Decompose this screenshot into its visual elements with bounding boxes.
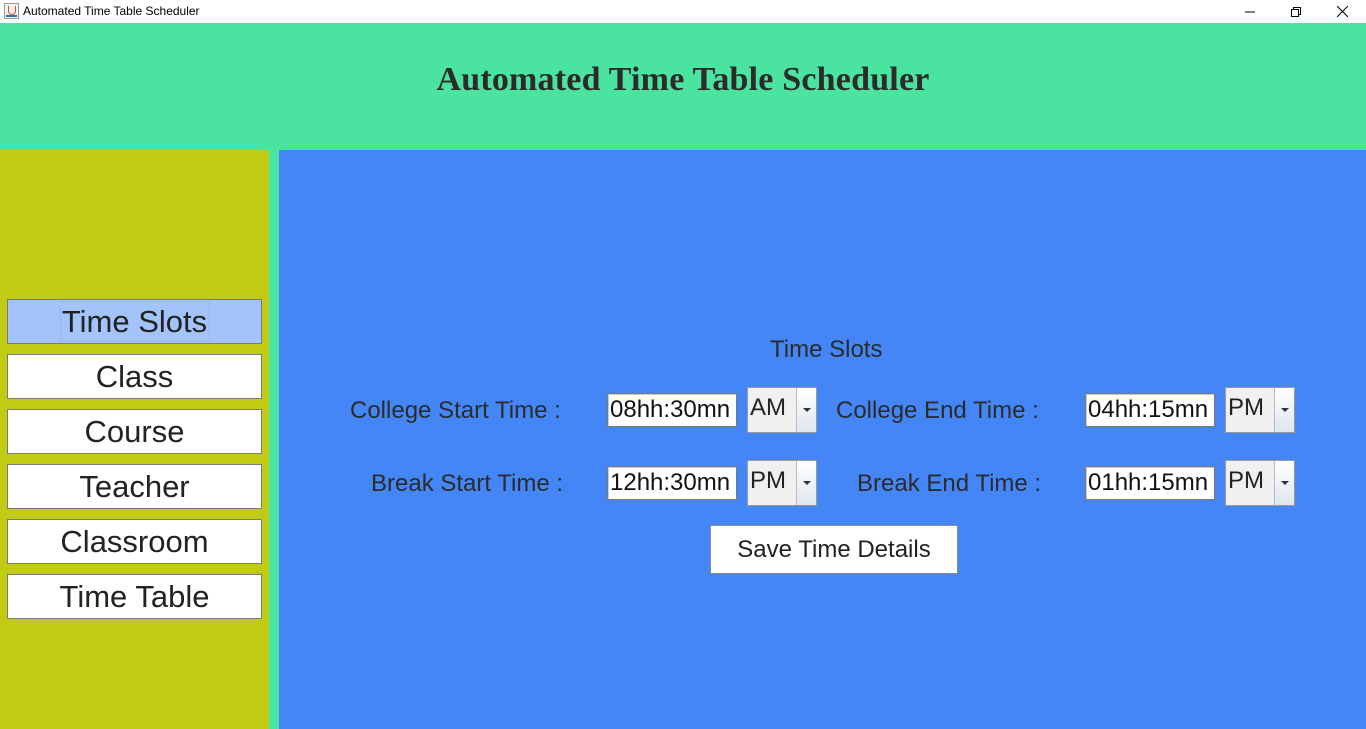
- sidebar-item-label: Class: [95, 359, 174, 394]
- sidebar-item-label: Classroom: [60, 524, 209, 559]
- java-app-icon: [4, 3, 19, 19]
- focus-indicator: [60, 301, 210, 342]
- selected-period: AM: [750, 394, 786, 421]
- sidebar-item-teacher[interactable]: Teacher: [7, 464, 262, 509]
- window-titlebar: Automated Time Table Scheduler: [0, 0, 1366, 23]
- sidebar-item-time-table[interactable]: Time Table: [7, 574, 262, 619]
- college-end-label: College End Time :: [836, 397, 1039, 424]
- college-end-period-select[interactable]: PM: [1225, 387, 1295, 433]
- college-start-time-input[interactable]: [607, 393, 737, 427]
- break-start-period-select[interactable]: PM: [747, 460, 817, 506]
- window-title: Automated Time Table Scheduler: [23, 4, 200, 18]
- minimize-button[interactable]: [1227, 0, 1273, 23]
- dropdown-arrow-icon[interactable]: [796, 461, 816, 505]
- sidebar-item-course[interactable]: Course: [7, 409, 262, 454]
- sidebar-item-classroom[interactable]: Classroom: [7, 519, 262, 564]
- minimize-icon: [1245, 11, 1255, 12]
- selected-period: PM: [750, 467, 786, 494]
- sidebar-item-label: Course: [84, 414, 185, 449]
- college-start-label: College Start Time :: [350, 397, 561, 424]
- college-start-period-select[interactable]: AM: [747, 387, 817, 433]
- break-start-label: Break Start Time :: [371, 470, 564, 497]
- selected-period: PM: [1228, 394, 1264, 421]
- sidebar-item-class[interactable]: Class: [7, 354, 262, 399]
- break-end-period-select[interactable]: PM: [1225, 460, 1295, 506]
- close-icon: [1336, 6, 1348, 17]
- break-start-time-input[interactable]: [607, 466, 737, 500]
- sidebar-item-label: Teacher: [79, 469, 190, 504]
- restore-icon: [1291, 6, 1301, 17]
- selected-period: PM: [1228, 467, 1264, 494]
- main-panel: [279, 150, 1366, 729]
- break-end-label: Break End Time :: [857, 470, 1042, 497]
- dropdown-arrow-icon[interactable]: [1274, 461, 1294, 505]
- dropdown-arrow-icon[interactable]: [796, 388, 816, 432]
- sidebar-item-time-slots[interactable]: Time Slots: [7, 299, 262, 344]
- break-end-time-input[interactable]: [1085, 466, 1215, 500]
- restore-button[interactable]: [1273, 0, 1319, 23]
- sidebar-divider: [269, 150, 279, 729]
- section-title: Time Slots: [770, 336, 883, 363]
- college-end-time-input[interactable]: [1085, 393, 1215, 427]
- app-title: Automated Time Table Scheduler: [436, 61, 930, 98]
- close-button[interactable]: [1319, 0, 1365, 23]
- sidebar-item-label: Time Table: [59, 579, 210, 614]
- save-time-details-button[interactable]: Save Time Details: [710, 525, 958, 574]
- dropdown-arrow-icon[interactable]: [1274, 388, 1294, 432]
- app-header: Automated Time Table Scheduler: [0, 23, 1366, 150]
